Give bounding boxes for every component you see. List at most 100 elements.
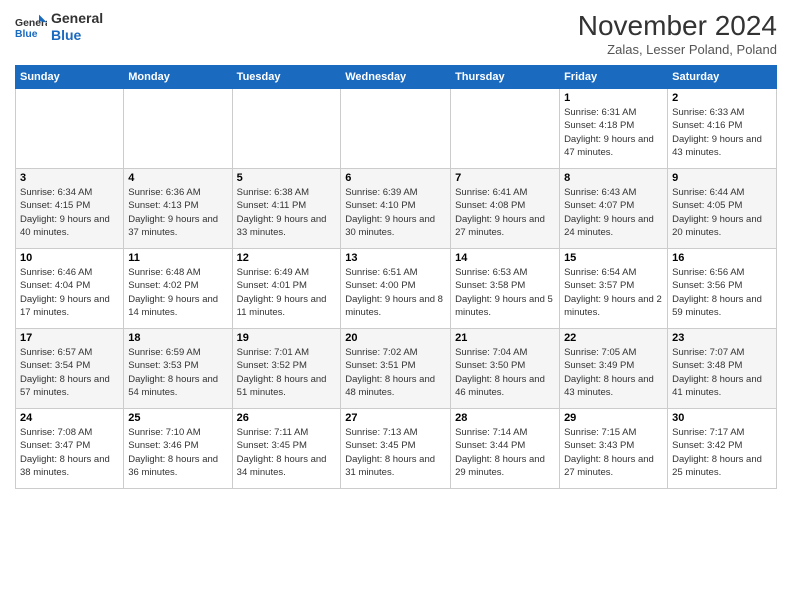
day-info: Sunrise: 6:48 AM Sunset: 4:02 PM Dayligh… <box>128 266 227 319</box>
day-number: 17 <box>20 332 119 344</box>
day-info: Sunrise: 6:53 AM Sunset: 3:58 PM Dayligh… <box>455 266 555 319</box>
table-row <box>232 89 341 169</box>
table-row: 13Sunrise: 6:51 AM Sunset: 4:00 PM Dayli… <box>341 249 451 329</box>
month-title: November 2024 <box>578 10 777 42</box>
table-row: 19 Sunrise: 7:01 AM Sunset: 3:52 PM Dayli… <box>232 329 341 409</box>
table-row: 29 Sunrise: 7:15 AM Sunset: 3:43 PM Dayli… <box>560 409 668 489</box>
day-info: Sunrise: 6:59 AM Sunset: 3:53 PM Dayligh… <box>128 346 227 399</box>
day-info: Sunrise: 7:01 AM Sunset: 3:52 PM Dayligh… <box>237 346 337 399</box>
day-info: Sunrise: 6:31 AM Sunset: 4:18 PM Dayligh… <box>564 106 663 159</box>
day-number: 1 <box>564 92 663 104</box>
location: Zalas, Lesser Poland, Poland <box>578 42 777 57</box>
day-number: 9 <box>672 172 772 184</box>
day-number: 22 <box>564 332 663 344</box>
day-number: 29 <box>564 412 663 424</box>
table-row: 6 Sunrise: 6:39 AM Sunset: 4:10 PM Daylig… <box>341 169 451 249</box>
table-row: 5 Sunrise: 6:38 AM Sunset: 4:11 PM Daylig… <box>232 169 341 249</box>
page-header: General Blue General Blue November 2024 … <box>15 10 777 57</box>
day-info: Sunrise: 7:08 AM Sunset: 3:47 PM Dayligh… <box>20 426 119 479</box>
day-number: 14 <box>455 252 555 264</box>
header-wednesday: Wednesday <box>341 66 451 89</box>
table-row: 3 Sunrise: 6:34 AM Sunset: 4:15 PM Daylig… <box>16 169 124 249</box>
day-info: Sunrise: 7:13 AM Sunset: 3:45 PM Dayligh… <box>345 426 446 479</box>
day-number: 27 <box>345 412 446 424</box>
day-info: Sunrise: 6:34 AM Sunset: 4:15 PM Dayligh… <box>20 186 119 239</box>
header-sunday: Sunday <box>16 66 124 89</box>
svg-text:Blue: Blue <box>15 29 38 40</box>
calendar-week-row: 1 Sunrise: 6:31 AM Sunset: 4:18 PM Daylig… <box>16 89 777 169</box>
table-row <box>451 89 560 169</box>
day-number: 28 <box>455 412 555 424</box>
day-info: Sunrise: 6:49 AM Sunset: 4:01 PM Dayligh… <box>237 266 337 319</box>
table-row: 16Sunrise: 6:56 AM Sunset: 3:56 PM Dayli… <box>668 249 777 329</box>
day-number: 4 <box>128 172 227 184</box>
calendar-week-row: 3 Sunrise: 6:34 AM Sunset: 4:15 PM Daylig… <box>16 169 777 249</box>
day-number: 11 <box>128 252 227 264</box>
table-row <box>124 89 232 169</box>
day-number: 10 <box>20 252 119 264</box>
day-info: Sunrise: 6:38 AM Sunset: 4:11 PM Dayligh… <box>237 186 337 239</box>
day-info: Sunrise: 7:14 AM Sunset: 3:44 PM Dayligh… <box>455 426 555 479</box>
day-info: Sunrise: 6:39 AM Sunset: 4:10 PM Dayligh… <box>345 186 446 239</box>
day-number: 23 <box>672 332 772 344</box>
day-info: Sunrise: 7:10 AM Sunset: 3:46 PM Dayligh… <box>128 426 227 479</box>
calendar-table: Sunday Monday Tuesday Wednesday Thursday… <box>15 65 777 489</box>
page-container: General Blue General Blue November 2024 … <box>0 0 792 612</box>
day-number: 3 <box>20 172 119 184</box>
day-info: Sunrise: 7:17 AM Sunset: 3:42 PM Dayligh… <box>672 426 772 479</box>
day-info: Sunrise: 6:36 AM Sunset: 4:13 PM Dayligh… <box>128 186 227 239</box>
table-row: 1 Sunrise: 6:31 AM Sunset: 4:18 PM Daylig… <box>560 89 668 169</box>
logo-general: General <box>51 10 103 27</box>
table-row: 21 Sunrise: 7:04 AM Sunset: 3:50 PM Dayli… <box>451 329 560 409</box>
day-info: Sunrise: 6:57 AM Sunset: 3:54 PM Dayligh… <box>20 346 119 399</box>
logo-icon: General Blue <box>15 13 47 41</box>
table-row: 14 Sunrise: 6:53 AM Sunset: 3:58 PM Dayli… <box>451 249 560 329</box>
day-number: 7 <box>455 172 555 184</box>
day-number: 12 <box>237 252 337 264</box>
day-info: Sunrise: 7:15 AM Sunset: 3:43 PM Dayligh… <box>564 426 663 479</box>
day-number: 19 <box>237 332 337 344</box>
day-info: Sunrise: 6:41 AM Sunset: 4:08 PM Dayligh… <box>455 186 555 239</box>
logo-blue: Blue <box>51 27 103 44</box>
day-number: 16 <box>672 252 772 264</box>
day-info: Sunrise: 7:07 AM Sunset: 3:48 PM Dayligh… <box>672 346 772 399</box>
table-row: 2 Sunrise: 6:33 AM Sunset: 4:16 PM Daylig… <box>668 89 777 169</box>
header-saturday: Saturday <box>668 66 777 89</box>
calendar-week-row: 24 Sunrise: 7:08 AM Sunset: 3:47 PM Dayli… <box>16 409 777 489</box>
table-row: 9 Sunrise: 6:44 AM Sunset: 4:05 PM Daylig… <box>668 169 777 249</box>
table-row: 10 Sunrise: 6:46 AM Sunset: 4:04 PM Dayli… <box>16 249 124 329</box>
table-row: 4 Sunrise: 6:36 AM Sunset: 4:13 PM Daylig… <box>124 169 232 249</box>
logo: General Blue General Blue <box>15 10 103 44</box>
day-number: 2 <box>672 92 772 104</box>
calendar-week-row: 17 Sunrise: 6:57 AM Sunset: 3:54 PM Dayli… <box>16 329 777 409</box>
day-info: Sunrise: 6:46 AM Sunset: 4:04 PM Dayligh… <box>20 266 119 319</box>
table-row: 30Sunrise: 7:17 AM Sunset: 3:42 PM Dayli… <box>668 409 777 489</box>
day-number: 21 <box>455 332 555 344</box>
day-info: Sunrise: 6:51 AM Sunset: 4:00 PM Dayligh… <box>345 266 446 319</box>
day-number: 6 <box>345 172 446 184</box>
calendar-week-row: 10 Sunrise: 6:46 AM Sunset: 4:04 PM Dayli… <box>16 249 777 329</box>
table-row: 7 Sunrise: 6:41 AM Sunset: 4:08 PM Daylig… <box>451 169 560 249</box>
day-info: Sunrise: 6:33 AM Sunset: 4:16 PM Dayligh… <box>672 106 772 159</box>
day-info: Sunrise: 7:04 AM Sunset: 3:50 PM Dayligh… <box>455 346 555 399</box>
table-row: 27 Sunrise: 7:13 AM Sunset: 3:45 PM Dayli… <box>341 409 451 489</box>
day-info: Sunrise: 7:05 AM Sunset: 3:49 PM Dayligh… <box>564 346 663 399</box>
table-row: 12 Sunrise: 6:49 AM Sunset: 4:01 PM Dayli… <box>232 249 341 329</box>
table-row: 20Sunrise: 7:02 AM Sunset: 3:51 PM Dayli… <box>341 329 451 409</box>
table-row: 22 Sunrise: 7:05 AM Sunset: 3:49 PM Dayli… <box>560 329 668 409</box>
table-row <box>16 89 124 169</box>
day-number: 18 <box>128 332 227 344</box>
day-info: Sunrise: 6:54 AM Sunset: 3:57 PM Dayligh… <box>564 266 663 319</box>
table-row: 24 Sunrise: 7:08 AM Sunset: 3:47 PM Dayli… <box>16 409 124 489</box>
header-thursday: Thursday <box>451 66 560 89</box>
table-row: 28 Sunrise: 7:14 AM Sunset: 3:44 PM Dayli… <box>451 409 560 489</box>
title-block: November 2024 Zalas, Lesser Poland, Pola… <box>578 10 777 57</box>
day-number: 24 <box>20 412 119 424</box>
day-number: 5 <box>237 172 337 184</box>
day-number: 20 <box>345 332 446 344</box>
calendar-header-row: Sunday Monday Tuesday Wednesday Thursday… <box>16 66 777 89</box>
table-row: 8Sunrise: 6:43 AM Sunset: 4:07 PM Daylig… <box>560 169 668 249</box>
day-info: Sunrise: 6:44 AM Sunset: 4:05 PM Dayligh… <box>672 186 772 239</box>
header-friday: Friday <box>560 66 668 89</box>
day-info: Sunrise: 6:43 AM Sunset: 4:07 PM Dayligh… <box>564 186 663 239</box>
